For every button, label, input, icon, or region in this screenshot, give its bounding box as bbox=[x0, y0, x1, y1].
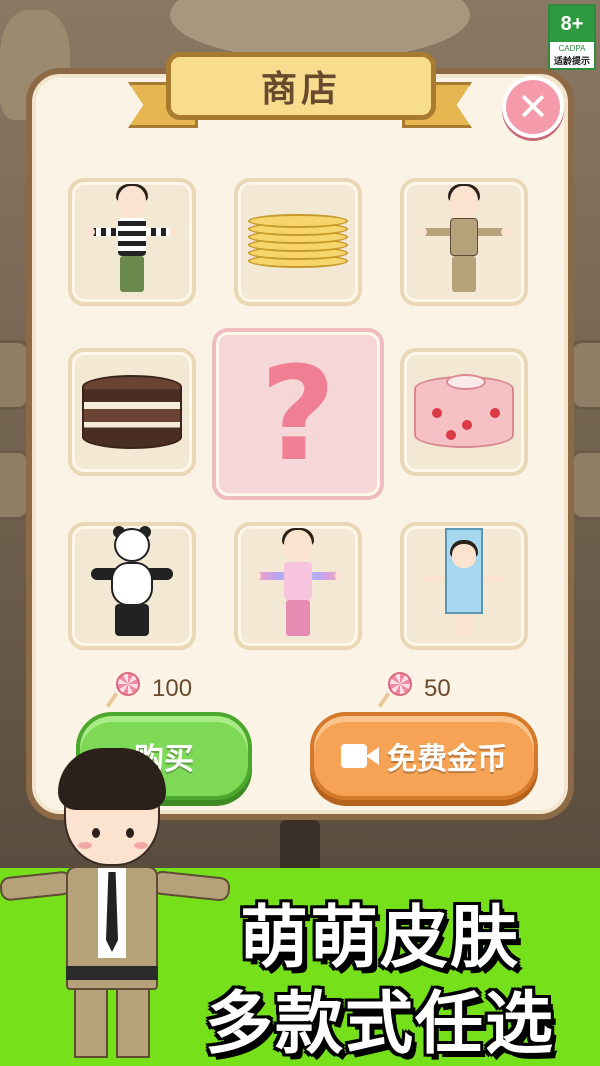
shop-item-cherry-roll-cake[interactable] bbox=[400, 348, 528, 476]
background-cloud bbox=[170, 0, 470, 60]
buy-price-value: 100 bbox=[152, 675, 193, 702]
mascot-character bbox=[0, 748, 240, 1066]
lollipop-icon bbox=[105, 672, 142, 708]
shop-item-khaki-suit-skin[interactable] bbox=[400, 178, 528, 306]
lollipop-icon bbox=[377, 672, 414, 708]
shop-item-striped-shirt-skin[interactable] bbox=[68, 178, 196, 306]
chocolate-cake-icon bbox=[82, 375, 182, 449]
shop-item-mystery[interactable]: ? bbox=[212, 328, 384, 500]
shop-item-pancake-stack[interactable] bbox=[234, 178, 362, 306]
khaki-suit-character-icon bbox=[419, 184, 509, 300]
shop-item-rainbow-pajama-skin[interactable] bbox=[234, 522, 362, 650]
panda-character-icon bbox=[87, 526, 177, 644]
age-rating-org: CADPA bbox=[558, 44, 586, 53]
mascot-leg bbox=[116, 988, 150, 1058]
shop-item-chocolate-cake[interactable] bbox=[68, 348, 196, 476]
shop-item-milk-carton-skin[interactable] bbox=[400, 522, 528, 650]
striped-shirt-character-icon bbox=[87, 184, 177, 300]
shop-title: 商店 bbox=[260, 69, 341, 110]
close-button[interactable]: ✕ bbox=[502, 76, 564, 138]
cherry-roll-cake-icon bbox=[414, 374, 514, 448]
free-coins-button-label: 免费金币 bbox=[387, 742, 507, 777]
mascot-blush bbox=[134, 842, 148, 849]
milk-carton-character-icon bbox=[419, 528, 509, 644]
background-side-button bbox=[570, 450, 600, 520]
buy-price: 100 bbox=[105, 672, 193, 708]
pancake-icon bbox=[248, 202, 348, 282]
mascot-blush bbox=[78, 842, 92, 849]
ad-reward-value: 50 bbox=[424, 675, 451, 702]
age-rating-badge: 8+ CADPA 适龄提示 bbox=[548, 4, 596, 70]
rainbow-pajama-character-icon bbox=[253, 528, 343, 644]
shop-title-ribbon: 商店 bbox=[166, 52, 436, 120]
mascot-arm bbox=[0, 870, 74, 902]
ad-reward-price: 50 bbox=[377, 672, 451, 708]
mascot-hair bbox=[58, 748, 166, 810]
background-side-button bbox=[570, 340, 600, 410]
age-rating-tip: 适龄提示 bbox=[553, 57, 590, 67]
mascot-belt bbox=[66, 966, 158, 980]
free-coins-button[interactable]: 免费金币 bbox=[310, 712, 538, 800]
mascot-eye bbox=[126, 828, 134, 838]
video-icon bbox=[341, 742, 379, 770]
mascot-leg bbox=[74, 988, 108, 1058]
mascot-eye bbox=[92, 828, 100, 838]
question-mark-icon: ? bbox=[260, 338, 336, 490]
mascot-arm bbox=[150, 869, 232, 903]
shop-item-panda-costume-skin[interactable] bbox=[68, 522, 196, 650]
close-icon: ✕ bbox=[517, 85, 549, 129]
age-rating-value: 8+ bbox=[550, 6, 594, 42]
